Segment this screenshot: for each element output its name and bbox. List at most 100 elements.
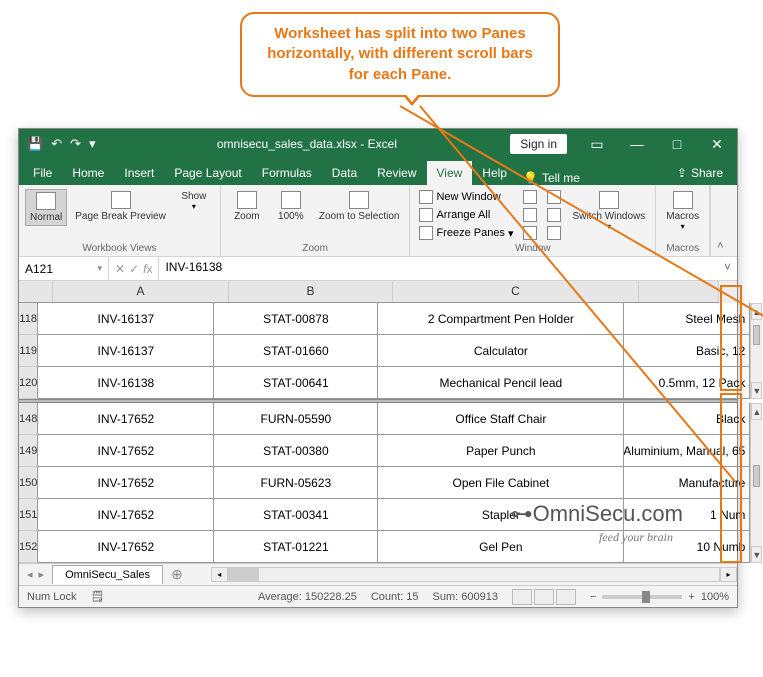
tab-review[interactable]: Review xyxy=(367,161,426,185)
zoom-in-icon[interactable]: + xyxy=(688,591,694,603)
macros-button[interactable]: Macros▾ xyxy=(662,189,703,233)
cell[interactable]: Basic, 12 xyxy=(624,335,750,366)
cell[interactable]: INV-17652 xyxy=(38,499,214,530)
redo-icon[interactable]: ↷ xyxy=(70,136,81,152)
horizontal-scrollbar[interactable]: ◂ ▸ xyxy=(211,567,737,582)
cancel-fx-icon[interactable]: ✕ xyxy=(115,262,125,276)
sync-scroll-button[interactable] xyxy=(544,207,564,223)
page-break-view-icon[interactable] xyxy=(556,589,576,605)
prev-sheet-icon[interactable]: ◂ xyxy=(27,568,33,581)
zoom-out-icon[interactable]: − xyxy=(590,591,596,603)
name-box[interactable]: A121▾ xyxy=(19,257,109,280)
scroll-thumb[interactable] xyxy=(753,465,760,487)
normal-view-icon[interactable] xyxy=(512,589,532,605)
col-header[interactable]: B xyxy=(229,281,393,302)
undo-icon[interactable]: ↶ xyxy=(51,136,62,152)
row-header[interactable]: 119 xyxy=(19,335,38,367)
enter-fx-icon[interactable]: ✓ xyxy=(129,262,139,276)
minimize-button[interactable]: — xyxy=(617,129,657,159)
cell[interactable]: Office Staff Chair xyxy=(378,403,624,434)
next-sheet-icon[interactable]: ▸ xyxy=(39,568,45,581)
tab-view[interactable]: View xyxy=(427,161,473,185)
add-sheet-icon[interactable]: ⊕ xyxy=(163,566,191,583)
tab-home[interactable]: Home xyxy=(62,161,114,185)
tab-data[interactable]: Data xyxy=(322,161,367,185)
split-button[interactable] xyxy=(520,189,540,205)
row-header[interactable]: 152 xyxy=(19,531,38,563)
cell[interactable]: STAT-01660 xyxy=(214,335,378,366)
cell[interactable]: FURN-05590 xyxy=(214,403,378,434)
cell[interactable]: INV-17652 xyxy=(38,435,214,466)
qat-dropdown-icon[interactable]: ▾ xyxy=(89,136,96,152)
zoom-knob[interactable] xyxy=(642,591,650,603)
arrange-all-button[interactable]: Arrange All xyxy=(416,207,516,223)
cell[interactable]: Manufacture xyxy=(624,467,750,498)
fx-icon[interactable]: fx xyxy=(143,262,152,276)
scroll-right-icon[interactable]: ▸ xyxy=(720,567,737,582)
reset-pos-button[interactable] xyxy=(544,225,564,241)
row-header[interactable]: 120 xyxy=(19,367,38,399)
formula-input[interactable]: INV-16138 xyxy=(159,257,718,280)
row-header[interactable]: 150 xyxy=(19,467,38,499)
cell[interactable]: STAT-01221 xyxy=(214,531,378,562)
zoom-slider[interactable] xyxy=(602,595,682,599)
ribbon-options-icon[interactable]: ▭ xyxy=(577,129,617,159)
hide-button[interactable] xyxy=(520,207,540,223)
scroll-up-icon[interactable]: ▲ xyxy=(751,403,762,420)
col-header[interactable]: A xyxy=(53,281,229,302)
row-header[interactable]: 148 xyxy=(19,403,38,435)
zoom-selection-button[interactable]: Zoom to Selection xyxy=(315,189,404,224)
cell[interactable]: Black xyxy=(624,403,750,434)
scroll-thumb[interactable] xyxy=(753,325,760,345)
cells-pane1[interactable]: INV-16137STAT-008782 Compartment Pen Hol… xyxy=(38,303,750,399)
cell[interactable]: Mechanical Pencil lead xyxy=(378,367,624,398)
tab-help[interactable]: Help xyxy=(472,161,517,185)
cell[interactable]: STAT-00878 xyxy=(214,303,378,334)
save-icon[interactable]: 💾 xyxy=(27,136,43,152)
cell[interactable]: Open File Cabinet xyxy=(378,467,624,498)
cell[interactable]: Steel Mesh xyxy=(624,303,750,334)
zoom-button[interactable]: Zoom xyxy=(227,189,267,224)
page-break-preview-button[interactable]: Page Break Preview xyxy=(71,189,170,224)
show-button[interactable]: Show▾ xyxy=(174,189,214,213)
page-layout-icon[interactable] xyxy=(534,589,554,605)
cell[interactable]: STAT-00380 xyxy=(214,435,378,466)
scroll-down-icon[interactable]: ▼ xyxy=(751,546,762,563)
expand-formula-icon[interactable]: ˅ xyxy=(718,257,737,280)
cell[interactable]: STAT-00641 xyxy=(214,367,378,398)
row-header[interactable]: 151 xyxy=(19,499,38,531)
zoom-100-button[interactable]: 100% xyxy=(271,189,311,224)
cell[interactable]: FURN-05623 xyxy=(214,467,378,498)
scroll-down-icon[interactable]: ▼ xyxy=(751,382,762,399)
freeze-panes-button[interactable]: Freeze Panes ▾ xyxy=(416,225,516,241)
cell[interactable]: INV-17652 xyxy=(38,531,214,562)
tab-formulas[interactable]: Formulas xyxy=(252,161,322,185)
cell[interactable]: Gel Pen xyxy=(378,531,624,562)
vertical-scrollbar-pane2[interactable]: ▲ ▼ xyxy=(750,403,762,563)
scroll-left-icon[interactable]: ◂ xyxy=(211,567,228,582)
close-button[interactable]: ✕ xyxy=(697,129,737,159)
row-header[interactable]: 149 xyxy=(19,435,38,467)
cell[interactable]: Calculator xyxy=(378,335,624,366)
collapse-ribbon-icon[interactable]: ˄ xyxy=(710,185,729,256)
tab-insert[interactable]: Insert xyxy=(114,161,164,185)
normal-view-button[interactable]: Normal xyxy=(25,189,67,226)
cell[interactable]: INV-16137 xyxy=(38,335,214,366)
vertical-scrollbar-pane1[interactable]: ▲ ▼ xyxy=(750,303,762,399)
zoom-percent[interactable]: 100% xyxy=(701,591,729,603)
row-header[interactable]: 118 xyxy=(19,303,38,335)
accessibility-icon[interactable]: 🗒 xyxy=(91,590,105,603)
cell[interactable]: STAT-00341 xyxy=(214,499,378,530)
sheet-tab[interactable]: OmniSecu_Sales xyxy=(52,565,163,584)
cell[interactable]: INV-17652 xyxy=(38,403,214,434)
col-header[interactable]: C xyxy=(393,281,639,302)
tab-file[interactable]: File xyxy=(23,161,62,185)
select-all-corner[interactable] xyxy=(19,281,53,303)
share-button[interactable]: ⇪Share xyxy=(667,161,733,185)
signin-button[interactable]: Sign in xyxy=(510,134,567,154)
cell[interactable]: INV-16137 xyxy=(38,303,214,334)
cell[interactable]: Aluminium, Manual, 65 xyxy=(624,435,750,466)
cell[interactable]: INV-16138 xyxy=(38,367,214,398)
zoom-control[interactable]: − + 100% xyxy=(590,591,729,603)
cell[interactable]: Paper Punch xyxy=(378,435,624,466)
